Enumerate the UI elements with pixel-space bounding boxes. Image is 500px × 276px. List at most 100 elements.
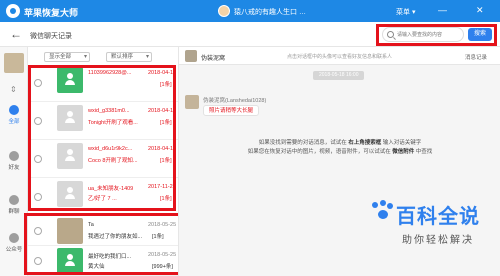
sort-select[interactable]: 默认排序 (106, 52, 152, 62)
help-note-search: 如果没找到需要的对话消息，试试在 右上角搜索框 输入对话关键字 (179, 139, 500, 148)
all-icon (9, 105, 19, 115)
select-radio[interactable] (34, 79, 42, 87)
help-notes: 如果没找到需要的对话消息，试试在 右上角搜索框 输入对话关键字 如果您在恢复对话… (179, 139, 500, 157)
chat-date: 2018-04-17 (148, 108, 177, 114)
chat-count: [1条] (160, 158, 172, 164)
chat-preview: 我遇过了你的朋友如... (88, 234, 143, 240)
person-icon (65, 149, 75, 161)
sidebar-item-groups[interactable]: 群聊 (0, 195, 28, 215)
chat-preview: 黄大仙 (88, 264, 105, 270)
select-radio[interactable] (34, 227, 42, 235)
sender-name: 伪装泥窝(Lanshedai1028) (203, 98, 267, 104)
official-account-icon (9, 233, 19, 243)
list-item[interactable]: 最好吃的我们口... 2018-05-25 黄大仙 [999+条] (28, 246, 178, 276)
select-radio[interactable] (34, 257, 42, 265)
chat-name: 11039962928@... (88, 70, 132, 76)
chat-count: [1条] (160, 120, 172, 126)
person-icon (65, 111, 75, 123)
watermark-logo-icon (372, 200, 394, 220)
paw-pad (378, 210, 388, 219)
user-avatar[interactable] (218, 5, 230, 17)
paw-pad (380, 200, 386, 206)
paw-pad (372, 202, 378, 208)
search-box[interactable] (382, 27, 464, 42)
group-avatar (57, 67, 83, 93)
chat-count: [999+条] (152, 264, 173, 270)
select-radio[interactable] (34, 193, 42, 201)
message-header: 伪装泥窝 点击对话框中的头像可以查看好友信息和联系人 消息记录 (179, 47, 500, 65)
page-title: 微信聊天记录 (30, 33, 72, 40)
watermark-subtitle: 助你轻松解决 (402, 235, 474, 246)
title-bar: 苹果恢复大师 猿八戒的有趣人生口 … 菜单 ▾ — ✕ (0, 0, 500, 22)
contact-avatar (57, 105, 83, 131)
conversation-title: 伪装泥窝 (201, 56, 226, 62)
group-icon (65, 254, 75, 266)
chat-preview: 乙/好了 7 ... (88, 196, 117, 202)
chat-count: [1条] (160, 196, 172, 202)
note-emphasis: 微信附件 (392, 149, 415, 155)
chat-date: 2018-04-17 (148, 146, 177, 152)
note-emphasis: 右上角搜索框 (348, 140, 382, 146)
back-arrow-icon[interactable]: ← (10, 27, 22, 41)
chat-count: [1条] (152, 234, 164, 240)
minimize-icon[interactable]: — (438, 5, 447, 15)
close-icon[interactable]: ✕ (476, 5, 484, 15)
sidebar-item-label: 全部 (8, 119, 20, 125)
chat-list: 11039962928@... 2018-04-17 [1条] wxid_g33… (28, 64, 178, 276)
chat-date: 2018-05-25 (148, 252, 177, 258)
search-input[interactable] (397, 30, 461, 40)
chat-count: [1条] (160, 82, 172, 88)
menu-button[interactable]: 菜单 ▾ (396, 7, 415, 17)
select-radio[interactable] (34, 155, 42, 163)
list-item[interactable]: wxid_d6u1r9k2c... 2018-04-17 Coco 8开刷了观知… (28, 140, 178, 178)
search-button[interactable]: 搜索 (468, 28, 492, 41)
group-avatar (57, 248, 83, 274)
user-name[interactable]: 猿八戒的有趣人生口 … (234, 7, 306, 17)
sidebar: ⇕ 全部 好友 群聊 公众号 (0, 47, 28, 276)
chat-date: 2017-11-22 (148, 184, 176, 190)
date-separator: 2018-05-18 16:00 (313, 71, 365, 80)
select-radio[interactable] (34, 117, 42, 125)
record-count: 消息记录 (465, 55, 488, 61)
toolbar: ← 微信聊天记录 搜索 (0, 22, 500, 47)
note-text: 输入对话关键字 (381, 140, 422, 146)
sidebar-item-label: 群聊 (8, 209, 20, 215)
message-bubble[interactable]: 照片请稍等大长腿 (203, 105, 260, 116)
help-note-attachments: 如果您在恢复对话中的图片，视频，语音附件，可以试试在 微信附件 中查找 (179, 148, 500, 157)
sidebar-item-friends[interactable]: 好友 (0, 151, 28, 171)
watermark-title: 百科全说 (396, 206, 480, 228)
sender-avatar[interactable] (185, 95, 199, 109)
sidebar-item-label: 公众号 (5, 247, 23, 253)
group-icon (9, 195, 19, 205)
group-icon (65, 73, 75, 85)
note-text: 如果没找到需要的对话消息，试试在 (258, 140, 349, 146)
note-text: 如果您在恢复对话中的图片，视频，语音附件，可以试试在 (247, 149, 393, 155)
chat-name: Ta (88, 222, 94, 228)
chat-date: 2018-05-25 (148, 222, 177, 228)
chat-name: wxid_g3381m0... (88, 108, 130, 114)
note-text: 中查找 (414, 149, 433, 155)
list-item[interactable]: Ta 2018-05-25 我遇过了你的朋友如... [1条] (28, 216, 178, 246)
account-avatar[interactable] (4, 53, 24, 73)
paw-pad (387, 203, 393, 209)
chat-name: 最好吃的我们口... (88, 254, 132, 260)
chat-preview: Tonight开刷了观看... (88, 120, 138, 126)
list-item[interactable]: ua_未知朋友-1409 2017-11-22 乙/好了 7 ... [1条] (28, 178, 178, 216)
app-logo-icon (6, 4, 20, 18)
sidebar-item-all[interactable]: 全部 (0, 105, 28, 125)
list-item[interactable]: wxid_g3381m0... 2018-04-17 Tonight开刷了观看.… (28, 102, 178, 140)
contact-avatar (57, 143, 83, 169)
contact-avatar (57, 218, 83, 244)
app-title: 苹果恢复大师 (24, 8, 79, 18)
chat-preview: Coco 8开刷了观知... (88, 158, 138, 164)
list-item[interactable]: 11039962928@... 2018-04-17 [1条] (28, 64, 178, 102)
group-avatar (185, 50, 197, 62)
chat-date: 2018-04-17 (148, 70, 177, 76)
show-all-select[interactable]: 显示全部 (44, 52, 90, 62)
sidebar-item-official[interactable]: 公众号 (0, 233, 28, 253)
contact-avatar (57, 181, 83, 207)
header-hint: 点击对话框中的头像可以查看好友信息和联系人 (287, 54, 393, 60)
chat-name: ua_未知朋友-1409 (88, 186, 134, 192)
expand-arrow-icon[interactable]: ⇕ (10, 85, 17, 94)
sidebar-item-label: 好友 (8, 165, 20, 171)
